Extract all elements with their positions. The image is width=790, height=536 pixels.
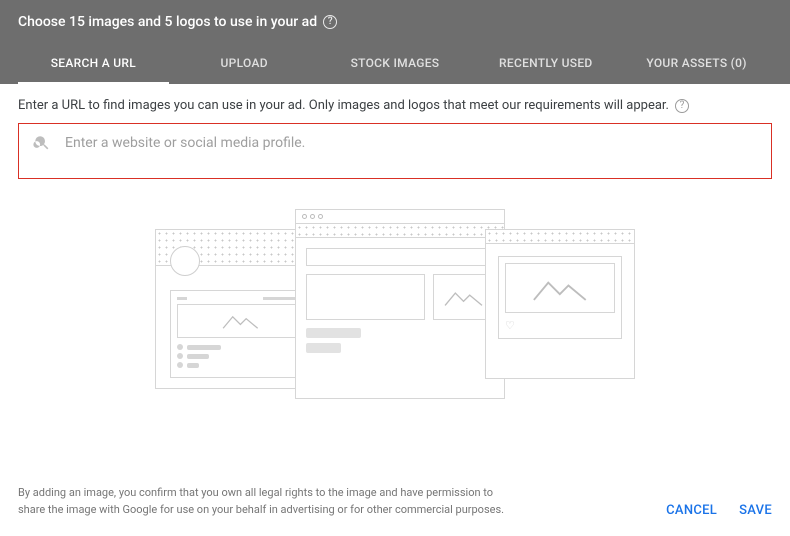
heart-icon: ♡ (505, 319, 615, 332)
help-icon[interactable]: ? (675, 99, 689, 113)
tab-stock-images[interactable]: STOCK IMAGES (320, 44, 471, 84)
search-icon (33, 134, 51, 152)
tab-your-assets[interactable]: YOUR ASSETS (0) (621, 44, 772, 84)
dialog-title: Choose 15 images and 5 logos to use in y… (18, 14, 317, 30)
save-button[interactable]: SAVE (739, 503, 772, 518)
instruction-text: Enter a URL to find images you can use i… (18, 98, 669, 113)
tab-search-url[interactable]: SEARCH A URL (18, 44, 169, 84)
url-search-box[interactable] (18, 123, 772, 179)
tab-upload[interactable]: UPLOAD (169, 44, 320, 84)
cancel-button[interactable]: CANCEL (666, 503, 717, 518)
illustration: ♡ (18, 179, 772, 409)
wireframe-browser-card (295, 209, 505, 399)
wireframe-post-card: ♡ (485, 229, 635, 379)
dialog-header: Choose 15 images and 5 logos to use in y… (0, 0, 790, 84)
dialog-footer: By adding an image, you confirm that you… (18, 485, 772, 518)
tab-bar: SEARCH A URL UPLOAD STOCK IMAGES RECENTL… (18, 44, 772, 84)
url-input[interactable] (65, 135, 757, 151)
tab-recently-used[interactable]: RECENTLY USED (470, 44, 621, 84)
help-icon[interactable]: ? (323, 15, 337, 29)
content-area: Enter a URL to find images you can use i… (0, 84, 790, 423)
disclaimer-text: By adding an image, you confirm that you… (18, 485, 518, 518)
